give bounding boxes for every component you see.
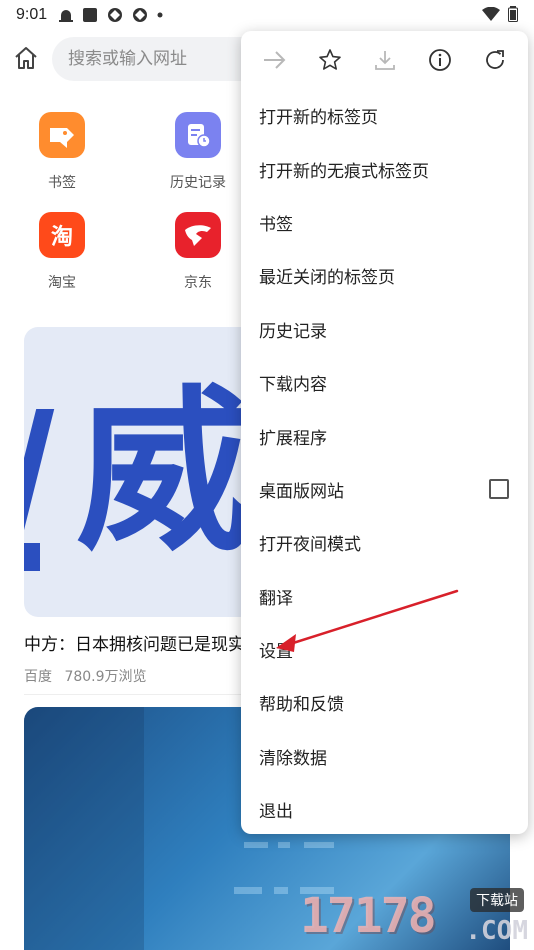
shortcut-label: 书签 [48,175,76,191]
news-views: 780.9万浏览 [64,669,147,685]
battery-icon [508,6,518,22]
menu-item-label: 下载内容 [259,375,327,396]
bookmark-tile-icon [39,112,85,158]
jd-tile-icon [175,212,221,258]
menu-item-exit[interactable]: 退出 [241,783,528,836]
menu-item-extensions[interactable]: 扩展程序 [241,409,528,462]
watermark-badge: 下载站 [470,888,524,912]
refresh-icon [485,50,504,69]
menu-item-translate[interactable]: 翻译 [241,570,528,623]
menu-item-label: 翻译 [259,588,293,609]
square-icon [83,8,98,22]
menu-item-label: 退出 [259,802,293,823]
menu-item-label: 打开夜间模式 [259,535,361,556]
status-bar: 9:01 [0,0,534,30]
menu-item-history[interactable]: 历史记录 [241,303,528,356]
menu-item-label: 桌面版网站 [259,481,344,502]
info-icon [428,49,451,71]
menu-item-night-mode[interactable]: 打开夜间模式 [241,516,528,569]
dot-icon [157,12,163,18]
menu-item-new-tab[interactable]: 打开新的标签页 [241,89,528,142]
home-button[interactable] [12,44,42,74]
menu-item-help-feedback[interactable]: 帮助和反馈 [241,676,528,729]
shortcut-bookmarks[interactable]: 书签 [17,112,107,192]
watermark-logo: 下载站 17178 .COM [300,888,530,948]
forward-button[interactable] [260,45,290,75]
status-time: 9:01 [16,6,48,23]
bookmark-star-button[interactable] [315,45,345,75]
overflow-menu: 打开新的标签页 打开新的无痕式标签页 书签 最近关闭的标签页 历史记录 下载内容… [241,31,528,834]
refresh-button[interactable] [480,45,510,75]
watermark-digits: 17178 [300,888,436,944]
news-image-glyph: 威 [24,381,254,571]
watermark-domain: .COM [465,916,528,946]
menu-item-downloads[interactable]: 下载内容 [241,356,528,409]
menu-item-label: 帮助和反馈 [259,695,344,716]
shortcut-taobao[interactable]: 淘 淘宝 [17,212,107,292]
history-tile-icon [175,112,221,158]
news-meta: 百度 780.9万浏览 [24,666,147,686]
menu-item-label: 扩展程序 [259,428,327,449]
news-title[interactable]: 中方：日本拥核问题已是现实 [24,630,254,655]
shortcut-label: 历史记录 [170,175,226,191]
network-icon [133,8,148,22]
menu-item-label: 最近关闭的标签页 [259,268,395,289]
news-image[interactable]: 威 [24,327,254,617]
notification-icon [59,9,74,22]
menu-item-settings[interactable]: 设置 [241,623,528,676]
home-icon [15,47,37,69]
taobao-glyph: 淘 [50,225,73,250]
taobao-tile-icon: 淘 [39,212,85,258]
shortcut-jd[interactable]: 京东 [153,212,243,292]
menu-item-desktop-site[interactable]: 桌面版网站 [241,463,528,516]
network-icon [108,8,123,22]
download-icon [374,51,395,70]
menu-item-label: 历史记录 [259,321,327,342]
menu-item-label: 设置 [259,642,293,663]
menu-item-label: 清除数据 [259,748,327,769]
desktop-site-checkbox[interactable] [489,479,509,500]
forward-icon [263,51,285,69]
menu-item-label: 打开新的标签页 [259,108,378,129]
shortcut-label: 淘宝 [48,275,76,291]
menu-item-recent-tabs[interactable]: 最近关闭的标签页 [241,249,528,302]
menu-icon-row [241,31,528,89]
download-button[interactable] [370,45,400,75]
news-source: 百度 [24,669,52,685]
shortcut-history[interactable]: 历史记录 [153,112,243,192]
menu-item-label: 打开新的无痕式标签页 [259,161,429,182]
menu-item-label: 书签 [259,214,293,235]
menu-item-clear-data[interactable]: 清除数据 [241,730,528,783]
wifi-icon [482,6,500,21]
status-right [482,6,518,22]
page-info-button[interactable] [425,45,455,75]
menu-item-bookmarks[interactable]: 书签 [241,196,528,249]
shortcut-label: 京东 [184,275,212,291]
star-icon [318,49,341,70]
menu-item-new-incognito-tab[interactable]: 打开新的无痕式标签页 [241,142,528,195]
